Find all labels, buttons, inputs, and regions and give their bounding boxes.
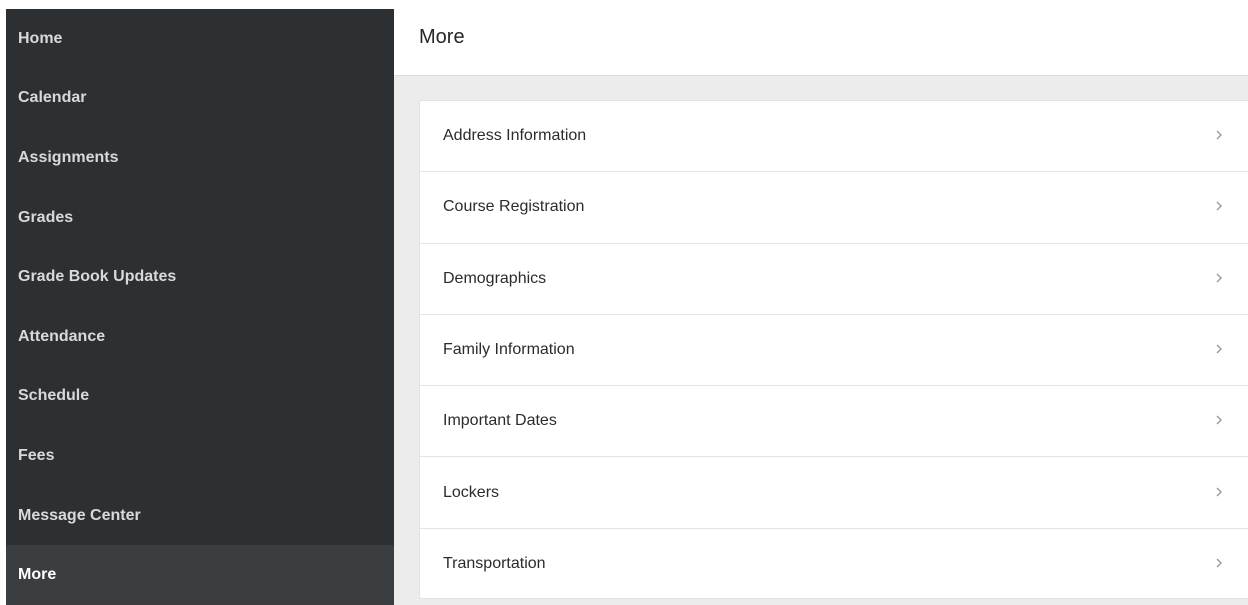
chevron-right-icon	[1216, 415, 1222, 425]
menu-item-address-information[interactable]: Address Information	[420, 101, 1248, 173]
sidebar-item-grades[interactable]: Grades	[6, 188, 394, 248]
chevron-right-icon	[1216, 344, 1222, 354]
chevron-right-icon	[1216, 130, 1222, 140]
menu-item-label: Family Information	[443, 341, 575, 359]
menu-item-course-registration[interactable]: Course Registration	[420, 172, 1248, 244]
app-window: Home Calendar Assignments Grades Grade B…	[0, 0, 1248, 605]
window-top-edge	[0, 0, 394, 9]
menu-item-demographics[interactable]: Demographics	[420, 244, 1248, 315]
menu-item-important-dates[interactable]: Important Dates	[420, 386, 1248, 458]
sidebar-item-attendance[interactable]: Attendance	[6, 307, 394, 367]
more-menu-list: Address Information Course Registration …	[419, 100, 1248, 599]
menu-item-label: Course Registration	[443, 198, 585, 216]
chevron-right-icon	[1216, 273, 1222, 283]
sidebar-item-fees[interactable]: Fees	[6, 426, 394, 486]
menu-item-transportation[interactable]: Transportation	[420, 529, 1248, 600]
sidebar-item-label: Schedule	[18, 387, 90, 405]
sidebar-item-schedule[interactable]: Schedule	[6, 367, 394, 427]
page-title: More	[419, 26, 465, 48]
sidebar-item-message-center[interactable]: Message Center	[6, 486, 394, 546]
sidebar-item-label: Assignments	[18, 148, 119, 166]
menu-item-label: Lockers	[443, 483, 500, 501]
sidebar-item-calendar[interactable]: Calendar	[6, 69, 394, 129]
sidebar-item-label: Fees	[18, 446, 55, 464]
sidebar-item-more[interactable]: More	[6, 545, 394, 605]
sidebar-item-label: Grade Book Updates	[18, 268, 177, 286]
sidebar-item-label: More	[18, 566, 57, 584]
sidebar-item-home[interactable]: Home	[6, 9, 394, 69]
menu-item-label: Demographics	[443, 269, 547, 287]
chevron-right-icon	[1216, 487, 1222, 497]
sidebar-item-assignments[interactable]: Assignments	[6, 128, 394, 188]
sidebar-item-label: Calendar	[18, 89, 87, 107]
menu-item-label: Transportation	[443, 555, 546, 573]
menu-item-label: Important Dates	[443, 412, 557, 430]
menu-item-lockers[interactable]: Lockers	[420, 457, 1248, 529]
menu-item-label: Address Information	[443, 127, 587, 145]
sidebar-item-label: Home	[18, 29, 63, 47]
sidebar-item-label: Grades	[18, 208, 74, 226]
menu-item-family-information[interactable]: Family Information	[420, 315, 1248, 387]
chevron-right-icon	[1216, 201, 1222, 211]
chevron-right-icon	[1216, 558, 1222, 568]
sidebar-item-grade-book-updates[interactable]: Grade Book Updates	[6, 247, 394, 307]
sidebar-item-label: Message Center	[18, 506, 141, 524]
page-header: More	[394, 0, 1248, 76]
sidebar-item-label: Attendance	[18, 327, 106, 345]
sidebar-nav: Home Calendar Assignments Grades Grade B…	[6, 9, 394, 605]
